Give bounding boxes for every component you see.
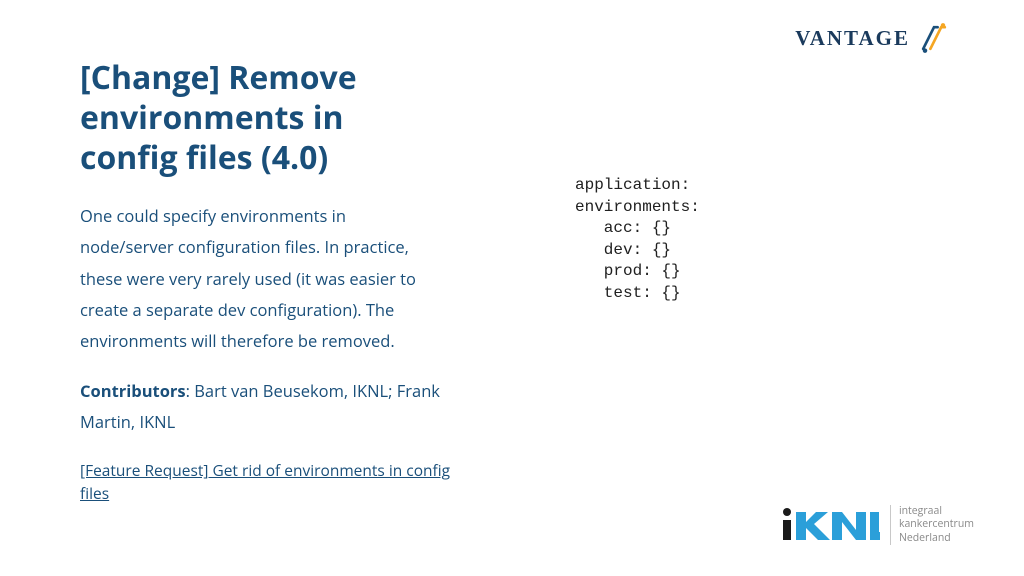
iknl-logo: integraal kankercentrum Nederland <box>780 504 974 546</box>
iknl-tagline-line: kankercentrum <box>899 518 974 531</box>
code-line: acc: {} <box>575 218 700 240</box>
code-line: environments: <box>575 197 700 219</box>
iknl-tagline-line: Nederland <box>899 532 974 545</box>
contributors-label: Contributors <box>80 379 186 402</box>
iknl-logo-mark <box>780 504 880 546</box>
feature-request-link[interactable]: [Feature Request] Get rid of environment… <box>80 459 480 504</box>
code-line: test: {} <box>575 283 700 305</box>
iknl-tagline: integraal kankercentrum Nederland <box>890 505 974 544</box>
slide-body: One could specify environments in node/s… <box>80 200 440 357</box>
slide-title: [Change] Remove environments in config f… <box>80 58 440 178</box>
contributors-line: Contributors: Bart van Beusekom, IKNL; F… <box>80 375 440 438</box>
vantage-logo: VANTAGE <box>795 20 952 56</box>
code-line: dev: {} <box>575 240 700 262</box>
code-line: application: <box>575 175 700 197</box>
config-code-snippet: application: environments: acc: {} dev: … <box>575 175 700 305</box>
code-line: prod: {} <box>575 261 700 283</box>
vantage-logo-icon <box>916 20 952 56</box>
vantage-logo-text: VANTAGE <box>795 26 910 51</box>
